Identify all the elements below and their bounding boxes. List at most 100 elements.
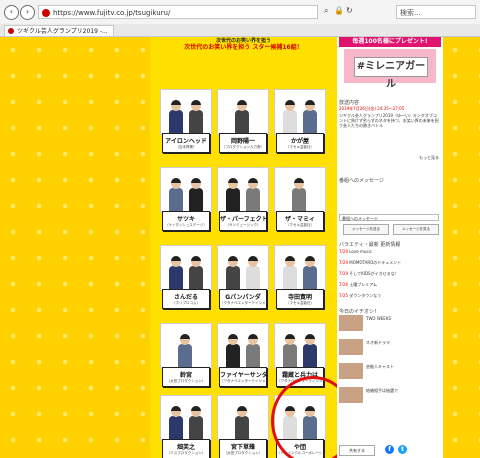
entry-name: ファイヤーサンダー xyxy=(220,372,266,379)
message-select[interactable]: 番組へのメッセージ xyxy=(339,214,439,221)
refresh-icon[interactable]: ↻ xyxy=(346,6,353,15)
performer-figure xyxy=(292,178,306,212)
view-message-button[interactable]: メッセージを見る xyxy=(393,224,439,235)
entry-agency: （ケイダッシュステージ） xyxy=(165,223,207,227)
lead-line-main: 次世代のお笑い界を担う スター候補16組！ xyxy=(184,44,303,51)
performer-figure xyxy=(189,406,203,440)
entry-agency: （ミスプロダクション） xyxy=(166,451,206,455)
pickup-item[interactable]: ネオ新ドラマ xyxy=(339,339,439,355)
search-icon[interactable]: ⌕ xyxy=(324,6,328,16)
entry-agency: （プロダクション人力舎） xyxy=(222,145,264,149)
entry-photo xyxy=(160,245,212,291)
entry-nameplate: 畑芙之 （ミスプロダクション） xyxy=(162,439,210,458)
entry-name: ザ・マミィ xyxy=(284,216,315,223)
entry-nameplate: 鈴宮 （太田プロダクション） xyxy=(162,367,210,387)
entry-card[interactable]: Gパンパンダ（ワタナベエンターテインメント） xyxy=(215,245,269,315)
pickup-title: 芸能人キャスト xyxy=(366,364,394,369)
news-item[interactable]: 7/29 Love music xyxy=(339,249,439,254)
news-item[interactable]: 7/26 土曜プレミアム xyxy=(339,282,439,287)
performer-figure xyxy=(169,256,183,290)
news-date: 7/26 xyxy=(339,282,348,287)
performer-figure xyxy=(189,100,203,134)
tab-tsugikuru[interactable]: ツギクル芸人グランプリ2019 -... xyxy=(4,25,114,36)
url-field[interactable]: https://www.fujitv.co.jp/tsugikuru/ xyxy=(38,5,318,19)
performer-figure xyxy=(303,100,317,134)
news-date: 7/25 xyxy=(339,293,348,298)
share-button[interactable]: 共有する xyxy=(339,445,375,456)
entry-card[interactable]: ザ・パーフェクト （サンミュージック） xyxy=(215,167,269,237)
twitter-icon[interactable]: t xyxy=(398,445,407,454)
entry-agency: （太田プロダクション） xyxy=(223,451,263,455)
site-favicon-icon xyxy=(42,9,50,17)
entry-card[interactable]: アイロンヘッド （吉本興業） xyxy=(158,89,212,159)
entry-nameplate: ザ・マミィ （マセキ芸能社） xyxy=(276,211,324,231)
entry-name: 畑芙之 xyxy=(176,444,195,451)
send-message-button[interactable]: メッセージを送る xyxy=(343,224,389,235)
facebook-icon[interactable]: f xyxy=(385,445,394,454)
pickup-item[interactable]: TWO WEEKS xyxy=(339,315,439,331)
performer-figure xyxy=(283,256,297,290)
entry-name: ザ・パーフェクト xyxy=(220,216,266,223)
performer-figure xyxy=(283,334,297,368)
entry-nameplate: Gパンパンダ（ワタナベエンターテインメント） xyxy=(219,289,267,309)
performer-figure xyxy=(235,100,249,134)
entry-card[interactable]: 鈴宮 （太田プロダクション） xyxy=(158,323,212,393)
news-item[interactable]: 7/29 MOMOTAROのドキュメント xyxy=(339,260,439,265)
performer-figure xyxy=(303,256,317,290)
entry-nameplate: アイロンヘッド （吉本興業） xyxy=(162,133,210,153)
web-page: 次世代のお笑い界を担う 次世代のお笑い界を担う スター候補16組！ アイロンヘッ… xyxy=(0,37,480,458)
entry-agency: （マセキ芸能社） xyxy=(286,223,314,227)
entry-agency: （太田プロダクション） xyxy=(166,379,206,383)
entry-name: 宮下草薙 xyxy=(230,444,255,451)
news-item[interactable]: 7/29 そしてKIDSがイカせるな！ xyxy=(339,271,439,276)
entry-nameplate: 寺田寛明 （マセキ芸能社） xyxy=(276,289,324,309)
entry-card[interactable]: ファイヤーサンダー（ワタナベエンターテインメント） xyxy=(215,323,269,393)
performer-figure xyxy=(226,256,240,290)
pickup-title: 結婚相手は抽選で xyxy=(366,388,398,393)
forward-arrow-icon[interactable]: › xyxy=(20,5,35,20)
news-item[interactable]: 7/25 ダウンタウンなう xyxy=(339,293,439,298)
url-text: https://www.fujitv.co.jp/tsugikuru/ xyxy=(53,9,171,17)
entry-nameplate: 宮下草薙 （太田プロダクション） xyxy=(219,439,267,458)
present-banner[interactable]: 毎週100名様にプレゼント! xyxy=(339,37,441,47)
entry-photo xyxy=(217,167,269,213)
entry-name: さんだる xyxy=(173,294,198,301)
entry-agency: （サンミュージック） xyxy=(225,223,261,227)
entry-agency: （ホリプロコム） xyxy=(172,301,200,305)
address-bar: ‹ › https://www.fujitv.co.jp/tsugikuru/ … xyxy=(0,0,480,25)
lock-icon: 🔒 xyxy=(334,6,344,15)
pickup-section-label: 今日のイチオシ！ xyxy=(339,309,380,315)
search-input[interactable]: 検索... xyxy=(396,5,476,19)
entry-photo xyxy=(160,167,212,213)
entry-card[interactable]: 宮下草薙 （太田プロダクション） xyxy=(215,395,269,458)
pickup-thumbnail xyxy=(339,363,363,379)
broadcast-text: ツギクル芸人グランプリ2019（ゆ～い）キングオブコントに負けず劣らずのネタを持… xyxy=(339,113,439,128)
entry-agency: （ワタナベエンターテインメント） xyxy=(220,379,266,383)
entry-card[interactable]: サツキ （ケイダッシュステージ） xyxy=(158,167,212,237)
entry-card[interactable]: かが屋 （マセキ芸能社） xyxy=(272,89,326,159)
millenial-girl-banner[interactable]: #ミレニアガール xyxy=(344,49,436,90)
broadcast-date: 2019年7月26日(金) 24:35～27:05 xyxy=(339,106,405,111)
entry-card[interactable]: 岡野陽一 （プロダクション人力舎） xyxy=(215,89,269,159)
entry-photo xyxy=(274,323,326,369)
entry-card[interactable]: 畑芙之 （ミスプロダクション） xyxy=(158,395,212,458)
more-link[interactable]: もっと見る xyxy=(339,155,439,160)
entry-name: アイロンヘッド xyxy=(165,138,207,145)
tab-title: ツギクル芸人グランプリ2019 -... xyxy=(17,28,108,35)
pickup-thumbnail xyxy=(339,315,363,331)
pickup-item[interactable]: 結婚相手は抽選で xyxy=(339,387,439,403)
entry-card[interactable]: さんだる （ホリプロコム） xyxy=(158,245,212,315)
pickup-item[interactable]: 芸能人キャスト xyxy=(339,363,439,379)
performer-figure xyxy=(178,334,192,368)
entry-card[interactable]: 寺田寛明 （マセキ芸能社） xyxy=(272,245,326,315)
entry-name: サツキ xyxy=(176,216,195,223)
entry-photo xyxy=(217,89,269,135)
news-date: 7/29 xyxy=(339,260,348,265)
news-date: 7/29 xyxy=(339,249,348,254)
back-arrow-icon[interactable]: ‹ xyxy=(4,5,19,20)
entry-nameplate: ザ・パーフェクト （サンミュージック） xyxy=(219,211,267,231)
entry-nameplate: サツキ （ケイダッシュステージ） xyxy=(162,211,210,231)
entry-card[interactable]: ザ・マミィ （マセキ芸能社） xyxy=(272,167,326,237)
performer-figure xyxy=(189,178,203,212)
entry-photo xyxy=(217,245,269,291)
